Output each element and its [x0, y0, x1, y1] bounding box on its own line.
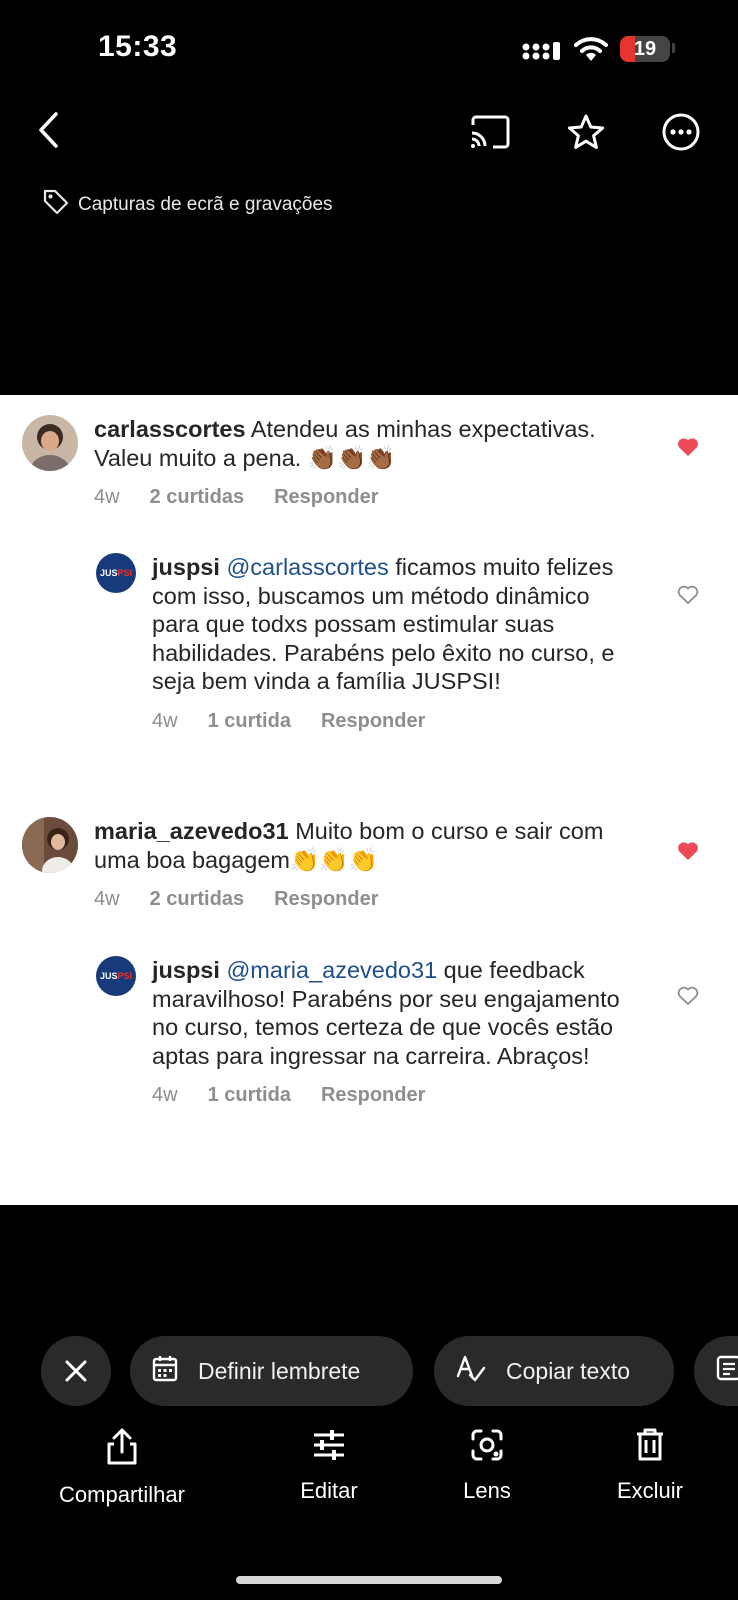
close-chips-button[interactable] — [41, 1336, 111, 1406]
set-reminder-chip[interactable]: Definir lembrete — [130, 1336, 413, 1406]
comment-reply: JUS PSI juspsi @carlasscortes ficamos mui… — [96, 553, 686, 733]
heart-filled-icon[interactable] — [677, 437, 699, 462]
comment-meta: 4w 2 curtidas Responder — [94, 486, 654, 509]
calendar-icon — [152, 1354, 178, 1388]
copy-text-chip[interactable]: Copiar texto — [434, 1336, 674, 1406]
heart-filled-icon[interactable] — [677, 841, 699, 866]
lens-icon — [471, 1429, 503, 1461]
comment-username[interactable]: juspsi — [152, 554, 220, 580]
home-indicator[interactable] — [236, 1576, 502, 1584]
cellular-signal-icon — [522, 40, 562, 67]
comment-likes[interactable]: 2 curtidas — [150, 888, 244, 911]
copy-text-label: Copiar texto — [506, 1357, 631, 1384]
comment-age: 4w — [94, 486, 120, 508]
reply-button[interactable]: Responder — [321, 710, 425, 733]
avatar: JUS PSI — [96, 553, 136, 593]
comment-age: 4w — [94, 888, 120, 910]
comment-username[interactable]: carlasscortes — [94, 416, 246, 442]
comment-username[interactable]: juspsi — [152, 957, 220, 983]
more-chip[interactable] — [694, 1336, 738, 1406]
share-button[interactable]: Compartilhar — [32, 1428, 212, 1508]
comment-meta: 4w 1 curtida Responder — [152, 710, 642, 733]
battery-icon: 19 — [620, 36, 670, 62]
document-icon — [716, 1354, 738, 1388]
comment-text: maria_azevedo31 Muito bom o curso e sair… — [94, 817, 654, 874]
reply-button[interactable]: Responder — [274, 486, 378, 509]
comment-reply: JUS PSI juspsi @maria_azevedo31 que feedb… — [96, 956, 686, 1107]
avatar — [22, 817, 78, 873]
comment-age: 4w — [152, 1084, 178, 1106]
edit-label: Editar — [300, 1478, 358, 1503]
status-bar: 15:33 19 — [0, 0, 738, 100]
trash-icon — [637, 1428, 663, 1461]
delete-button[interactable]: Excluir — [560, 1428, 738, 1504]
cast-icon[interactable] — [466, 108, 514, 156]
edit-button[interactable]: Editar — [239, 1428, 419, 1504]
comment-username[interactable]: maria_azevedo31 — [94, 818, 289, 844]
reply-button[interactable]: Responder — [274, 888, 378, 911]
mention-link[interactable]: @carlasscortes — [226, 554, 388, 580]
bottom-action-bar: Compartilhar Editar Lens Excluir — [0, 1428, 738, 1508]
set-reminder-label: Definir lembrete — [198, 1357, 361, 1384]
lens-button[interactable]: Lens — [397, 1428, 577, 1504]
heart-outline-icon[interactable] — [677, 585, 699, 610]
album-tag-label: Capturas de ecrã e gravações — [78, 193, 333, 215]
mention-link[interactable]: @maria_azevedo31 — [226, 957, 437, 983]
suggestion-chips: Definir lembrete Copiar texto — [0, 1336, 738, 1406]
comment-text: juspsi @maria_azevedo31 que feedback mar… — [152, 956, 642, 1070]
avatar: JUS PSI — [96, 956, 136, 996]
comment-item: carlasscortes Atendeu as minhas expectat… — [22, 415, 672, 509]
comment-text: carlasscortes Atendeu as minhas expectat… — [94, 415, 654, 472]
battery-percent: 19 — [633, 38, 657, 60]
avatar — [22, 415, 78, 471]
album-tag[interactable]: Capturas de ecrã e gravações — [42, 188, 333, 221]
wifi-icon — [574, 36, 608, 67]
tag-icon — [42, 188, 70, 221]
clock: 15:33 — [98, 30, 178, 63]
comment-meta: 4w 1 curtida Responder — [152, 1084, 642, 1107]
close-icon — [65, 1360, 87, 1382]
screenshot-image: carlasscortes Atendeu as minhas expectat… — [0, 395, 738, 1205]
back-icon[interactable] — [28, 106, 68, 154]
battery-tip — [672, 43, 675, 53]
comment-meta: 4w 2 curtidas Responder — [94, 888, 654, 911]
star-icon[interactable] — [562, 108, 610, 156]
lens-label: Lens — [463, 1478, 511, 1503]
comment-likes[interactable]: 1 curtida — [208, 710, 291, 733]
copy-text-icon — [456, 1354, 486, 1388]
comment-text: juspsi @carlasscortes ficamos muito feli… — [152, 553, 642, 696]
comment-likes[interactable]: 1 curtida — [208, 1084, 291, 1107]
heart-outline-icon[interactable] — [677, 986, 699, 1011]
delete-label: Excluir — [616, 1478, 683, 1503]
reply-button[interactable]: Responder — [321, 1084, 425, 1107]
comment-likes[interactable]: 2 curtidas — [150, 486, 244, 509]
share-icon — [107, 1428, 137, 1465]
comment-age: 4w — [152, 709, 178, 732]
more-options-icon[interactable] — [657, 108, 705, 156]
share-label: Compartilhar — [59, 1482, 185, 1507]
comment-item: maria_azevedo31 Muito bom o curso e sair… — [22, 817, 672, 911]
edit-sliders-icon — [314, 1430, 344, 1460]
